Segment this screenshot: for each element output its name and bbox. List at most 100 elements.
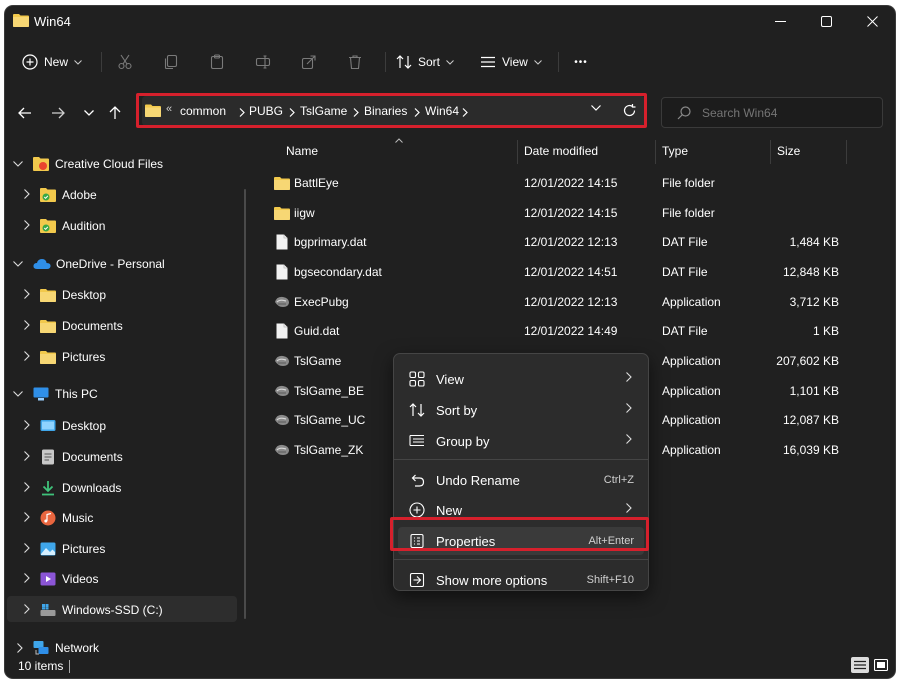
cut-icon [118,54,132,70]
new-button[interactable]: New [22,46,82,78]
sidebar-item-downloads[interactable]: Downloads [40,476,121,500]
table-row[interactable]: BattlEye 12/01/2022 14:15 File folder [257,169,877,197]
trash-icon [349,55,361,70]
rename-button[interactable] [240,46,286,78]
column-divider[interactable] [517,140,518,164]
sort-icon [396,55,412,69]
column-header-size[interactable]: Size [777,144,800,158]
back-button[interactable] [11,100,39,126]
column-divider[interactable] [655,140,656,164]
file-type: DAT File [662,324,708,338]
sidebar-item-desktop[interactable]: Desktop [40,414,106,438]
column-header-name[interactable]: Name [286,144,318,158]
sidebar-item-label: Network [55,641,100,655]
chevron-down-icon [13,391,23,397]
sort-button[interactable]: Sort [396,46,454,78]
arrow-left-icon [18,107,31,119]
sidebar-item-creative-cloud-files[interactable]: Creative Cloud Files [33,152,163,176]
more-button[interactable]: ••• [558,46,604,78]
download-icon [42,481,54,496]
tiles-view-icon [874,659,888,671]
file-size: 12,087 KB [782,413,839,427]
paste-button[interactable] [194,46,240,78]
table-row[interactable]: bgprimary.dat 12/01/2022 12:13 DAT File … [257,228,877,256]
sidebar-item-documents[interactable]: Documents [40,445,123,469]
pc-icon [33,387,49,401]
sidebar-item-adobe[interactable]: Adobe [40,183,97,207]
delete-button[interactable] [332,46,378,78]
column-header-type[interactable]: Type [662,144,688,158]
file-type: Application [662,354,721,368]
forward-button[interactable] [44,100,72,126]
sidebar-item-pictures[interactable]: Pictures [40,537,105,561]
file-type: Application [662,413,721,427]
sidebar-scrollbar[interactable] [244,189,246,619]
more-options-icon [409,572,425,588]
file-date: 12/01/2022 12:13 [524,235,618,249]
share-button[interactable] [286,46,332,78]
file-type: File folder [662,176,715,190]
sidebar-item-onedrive-desktop[interactable]: Desktop [40,283,106,307]
table-row[interactable]: Guid.dat 12/01/2022 14:49 DAT File 1 KB [257,317,877,345]
cut-button[interactable] [102,46,148,78]
search-input[interactable] [700,103,874,123]
folder-icon [13,13,29,27]
share-icon [301,55,316,70]
sort-ascending-icon [395,138,403,143]
file-name: BattlEye [294,176,339,190]
sidebar-item-network[interactable]: Network [33,636,99,660]
sidebar-item-music[interactable]: Music [40,506,93,530]
context-menu: View Sort by Group by Undo Rename Ctrl+Z… [393,353,649,591]
chevron-right-icon [24,220,30,230]
minimize-icon [774,20,786,22]
documents-icon [42,449,54,465]
drive-icon [40,604,56,616]
sidebar-item-videos[interactable]: Videos [40,567,98,591]
file-size: 12,848 KB [782,265,839,279]
app-icon [275,385,289,396]
details-view-button[interactable] [851,657,869,673]
tiles-view-button[interactable] [872,657,890,673]
plus-circle-icon [22,54,38,70]
sidebar-item-label: Documents [62,450,123,464]
menu-item-group-by[interactable]: Group by [398,427,644,455]
chevron-right-icon [24,543,30,553]
status-divider [69,660,70,673]
up-button[interactable] [101,100,129,126]
view-button[interactable]: View [480,46,542,78]
sidebar-item-label: Videos [62,572,99,586]
recent-locations-button[interactable] [75,100,103,126]
folder-synced-icon [40,188,56,202]
sidebar-item-onedrive-pictures[interactable]: Pictures [40,345,105,369]
sort-label: Sort [418,55,441,69]
sidebar-item-onedrive-documents[interactable]: Documents [40,314,123,338]
maximize-button[interactable] [803,6,849,36]
copy-button[interactable] [148,46,194,78]
column-divider[interactable] [770,140,771,164]
table-row[interactable]: iigw 12/01/2022 14:15 File folder [257,199,877,227]
sidebar-item-this-pc[interactable]: This PC [33,382,98,406]
table-row[interactable]: bgsecondary.dat 12/01/2022 14:51 DAT Fil… [257,258,877,286]
view-grid-icon [409,371,425,387]
close-button[interactable] [849,6,895,36]
file-type: Application [662,295,721,309]
sidebar-item-onedrive[interactable]: OneDrive - Personal [33,252,165,276]
column-header-date[interactable]: Date modified [524,144,598,158]
file-name: bgprimary.dat [294,235,367,249]
table-row[interactable]: ExecPubg 12/01/2022 12:13 Application 3,… [257,288,877,316]
file-size: 207,602 KB [776,354,839,368]
chevron-right-icon [24,189,30,199]
sidebar-item-windows-ssd[interactable]: Windows-SSD (C:) [40,598,163,622]
file-name: iigw [294,206,315,220]
search-box[interactable] [661,97,883,128]
sidebar-item-audition[interactable]: Audition [40,214,105,238]
network-icon [33,641,49,655]
menu-item-view[interactable]: View [398,365,644,393]
file-date: 12/01/2022 12:13 [524,295,618,309]
menu-item-show-more-options[interactable]: Show more options Shift+F10 [398,566,644,594]
column-divider[interactable] [846,140,847,164]
menu-item-undo-rename[interactable]: Undo Rename Ctrl+Z [398,466,644,494]
minimize-button[interactable] [757,6,803,36]
menu-item-sort-by[interactable]: Sort by [398,396,644,424]
videos-icon [40,572,56,586]
